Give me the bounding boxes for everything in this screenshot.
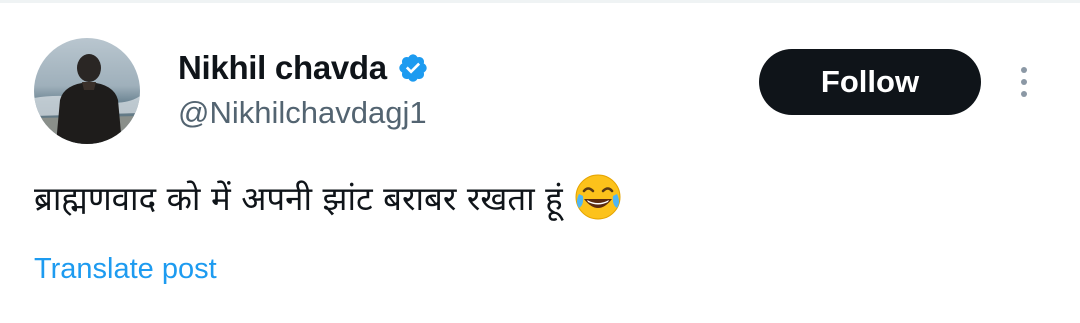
post-text-row: ब्राह्मणवाद को में अपनी झांट बराबर रखता … (34, 172, 623, 222)
translate-post-link[interactable]: Translate post (34, 253, 217, 286)
follow-button[interactable]: Follow (759, 49, 981, 115)
avatar[interactable] (34, 38, 140, 144)
more-dot (1021, 91, 1027, 97)
more-options-icon[interactable] (1004, 62, 1044, 102)
avatar-photo (34, 38, 140, 144)
face-with-tears-of-joy-icon (573, 172, 623, 222)
author-display-name[interactable]: Nikhil chavda (178, 49, 387, 87)
top-divider (0, 0, 1080, 3)
verified-badge-icon (397, 52, 429, 84)
author-name-row: Nikhil chavda (178, 46, 429, 90)
more-dot (1021, 67, 1027, 73)
more-dot (1021, 79, 1027, 85)
post-text: ब्राह्मणवाद को में अपनी झांट बराबर रखता … (34, 178, 563, 218)
author-handle[interactable]: @Nikhilchavdagj1 (178, 95, 427, 131)
